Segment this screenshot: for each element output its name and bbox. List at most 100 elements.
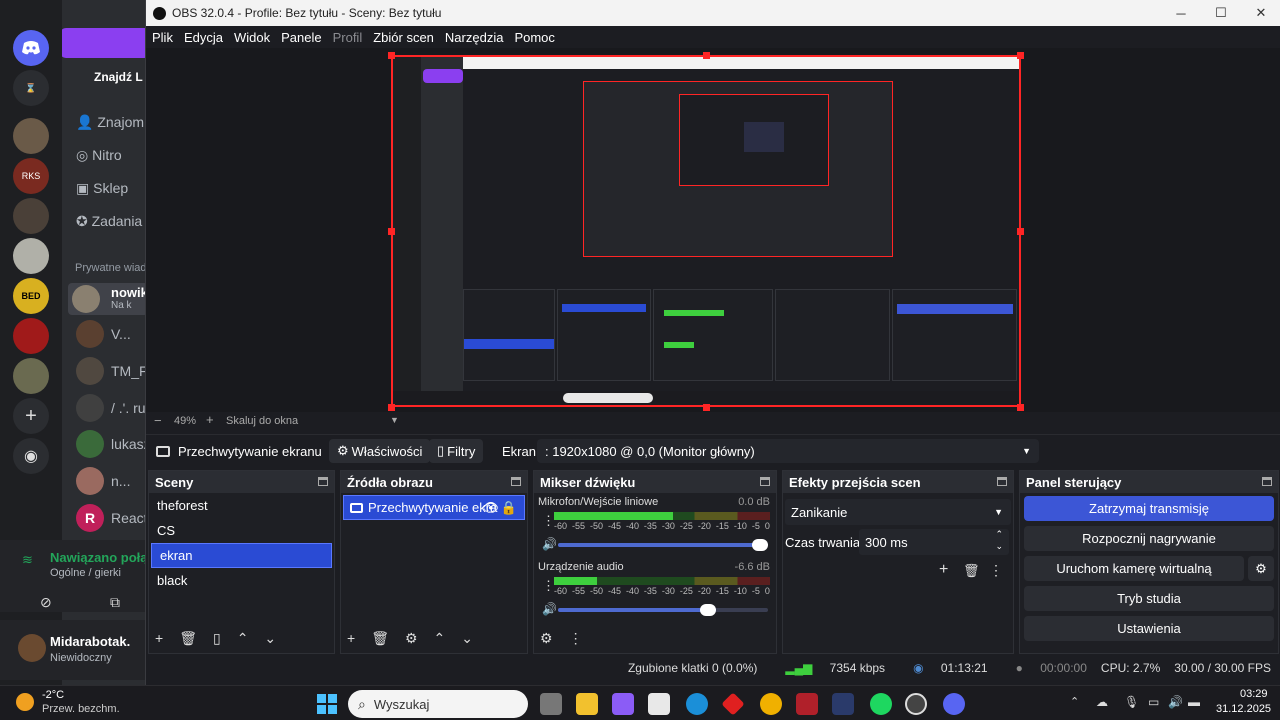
gear-icon[interactable]: ⚙ [540, 630, 553, 647]
volume-slider[interactable] [558, 539, 768, 551]
chevron-up-icon[interactable]: ⌃ [434, 630, 446, 647]
start-virtual-camera-button[interactable]: Uruchom kamerę wirtualną [1024, 556, 1244, 581]
nitro-link[interactable]: ◎ Nitro [76, 147, 122, 164]
weather-temp[interactable]: -2°C [42, 689, 64, 701]
zoom-mode[interactable]: Skaluj do okna [226, 415, 298, 427]
lock-icon[interactable]: 🔒 [501, 500, 517, 516]
chevron-up-icon[interactable]: ⌃ [995, 529, 1003, 540]
screen-select[interactable]: : 1920x1080 @ 0,0 (Monitor główny) ▼ [537, 439, 1039, 463]
chevron-down-icon[interactable]: ▼ [390, 415, 399, 425]
search-input[interactable]: ⌕ Wyszukaj [348, 690, 528, 718]
popout-icon[interactable] [760, 477, 770, 486]
start-icon[interactable] [316, 693, 338, 715]
source-item[interactable]: Przechwytywanie ekra 👁 🔒 [343, 495, 525, 520]
scene-item[interactable]: theforest [149, 493, 334, 518]
app-icon[interactable] [721, 692, 745, 716]
menu-profile[interactable]: Profil [333, 30, 363, 45]
popout-icon[interactable] [997, 477, 1007, 486]
resize-handle[interactable] [388, 228, 395, 235]
discord-icon[interactable] [943, 693, 965, 715]
popout-icon[interactable] [1262, 477, 1272, 486]
menu-view[interactable]: Widok [234, 30, 270, 45]
microphone-icon[interactable]: 🎙 [1124, 695, 1139, 709]
chevron-down-icon[interactable]: ⌄ [264, 630, 276, 647]
chrome-icon[interactable] [760, 693, 782, 715]
speaker-icon[interactable]: 🔊 [542, 537, 557, 551]
store-icon[interactable] [648, 693, 670, 715]
copilot-icon[interactable] [612, 693, 634, 715]
gear-icon[interactable]: ⚙ [1248, 556, 1274, 581]
shop-link[interactable]: ▣ Sklep [76, 180, 128, 197]
dm-item[interactable]: React [111, 510, 146, 526]
resize-handle[interactable] [1017, 228, 1024, 235]
server-icon[interactable] [13, 318, 49, 354]
more-icon[interactable]: ⋮ [569, 630, 583, 647]
dm-item[interactable]: TM_F [111, 363, 146, 379]
transition-select[interactable]: Zanikanie ▼ [785, 499, 1011, 525]
scene-item[interactable]: black [149, 568, 334, 593]
duration-input[interactable]: 300 ms ⌃ ⌄ [859, 529, 1009, 555]
find-conversation-button[interactable]: Znajdź L [94, 70, 146, 86]
battery-icon[interactable]: ▬ [1188, 695, 1200, 709]
trash-icon[interactable]: 🗑 [179, 630, 197, 647]
dm-item[interactable]: lukasz [111, 436, 146, 452]
spotify-icon[interactable] [870, 693, 892, 715]
add-icon[interactable]: + [939, 561, 948, 579]
dm-item-active[interactable]: nowik Na k [68, 283, 146, 315]
settings-button[interactable]: Ustawienia [1024, 616, 1274, 641]
add-icon[interactable]: + [347, 630, 355, 646]
preview-area[interactable] [146, 48, 1280, 412]
properties-button[interactable]: ⚙ Właściwości [329, 439, 431, 463]
avatar[interactable] [18, 634, 46, 662]
resize-handle[interactable] [703, 52, 710, 59]
onedrive-icon[interactable]: ☁ [1096, 695, 1108, 709]
minimize-button[interactable]: ─ [1161, 0, 1201, 26]
edge-icon[interactable] [686, 693, 708, 715]
dm-item[interactable]: / .'. ru [111, 400, 146, 416]
scene-item[interactable]: ekran [151, 543, 332, 568]
zoom-in-button[interactable]: + [206, 412, 214, 427]
chevron-up-icon[interactable]: ⌃ [237, 630, 249, 647]
resize-handle[interactable] [703, 404, 710, 411]
menu-help[interactable]: Pomoc [514, 30, 554, 45]
server-icon[interactable] [13, 118, 49, 154]
add-icon[interactable]: + [155, 630, 163, 646]
resize-handle[interactable] [388, 404, 395, 411]
volume-knob[interactable] [699, 604, 716, 616]
server-icon[interactable] [13, 198, 49, 234]
trash-icon[interactable]: 🗑 [963, 563, 980, 579]
nitro-banner[interactable] [62, 28, 146, 58]
steam-icon[interactable] [832, 693, 854, 715]
studio-mode-button[interactable]: Tryb studia [1024, 586, 1274, 611]
hourglass-icon[interactable]: ⌛ [13, 70, 49, 106]
screen-share-icon[interactable]: ⧉ [110, 594, 120, 611]
network-icon[interactable]: ▭ [1148, 695, 1159, 709]
popout-icon[interactable] [318, 477, 328, 486]
volume-slider[interactable] [558, 604, 768, 616]
stop-streaming-button[interactable]: Zatrzymaj transmisję [1024, 496, 1274, 521]
resize-handle[interactable] [1017, 52, 1024, 59]
menu-tools[interactable]: Narzędzia [445, 30, 504, 45]
menu-file[interactable]: Plik [152, 30, 173, 45]
speaker-icon[interactable]: 🔊 [542, 602, 557, 616]
resize-handle[interactable] [388, 52, 395, 59]
clock-date[interactable]: 31.12.2025 [1216, 703, 1271, 715]
chevron-down-icon[interactable]: ⌄ [461, 630, 473, 647]
volume-knob[interactable] [752, 539, 768, 551]
weather-desc[interactable]: Przew. bezchm. [42, 703, 120, 715]
chevron-up-icon[interactable]: ⌃ [1070, 695, 1079, 708]
dm-item[interactable]: V... [111, 326, 131, 342]
quests-link[interactable]: ✪ Zadania [76, 213, 142, 230]
camera-off-icon[interactable]: ⊘ [40, 594, 52, 611]
zoom-out-button[interactable]: − [154, 413, 162, 428]
file-explorer-icon[interactable] [576, 693, 598, 715]
speaker-icon[interactable]: 🔊 [1168, 695, 1183, 709]
filter-icon[interactable]: ▯ [213, 630, 221, 647]
maximize-button[interactable]: ☐ [1201, 0, 1241, 26]
scene-item[interactable]: CS [149, 518, 334, 543]
server-icon[interactable] [13, 358, 49, 394]
weather-icon[interactable] [16, 693, 34, 711]
resize-handle[interactable] [1017, 404, 1024, 411]
more-icon[interactable]: ⋮ [989, 562, 1003, 579]
discover-icon[interactable]: ◉ [13, 438, 49, 474]
